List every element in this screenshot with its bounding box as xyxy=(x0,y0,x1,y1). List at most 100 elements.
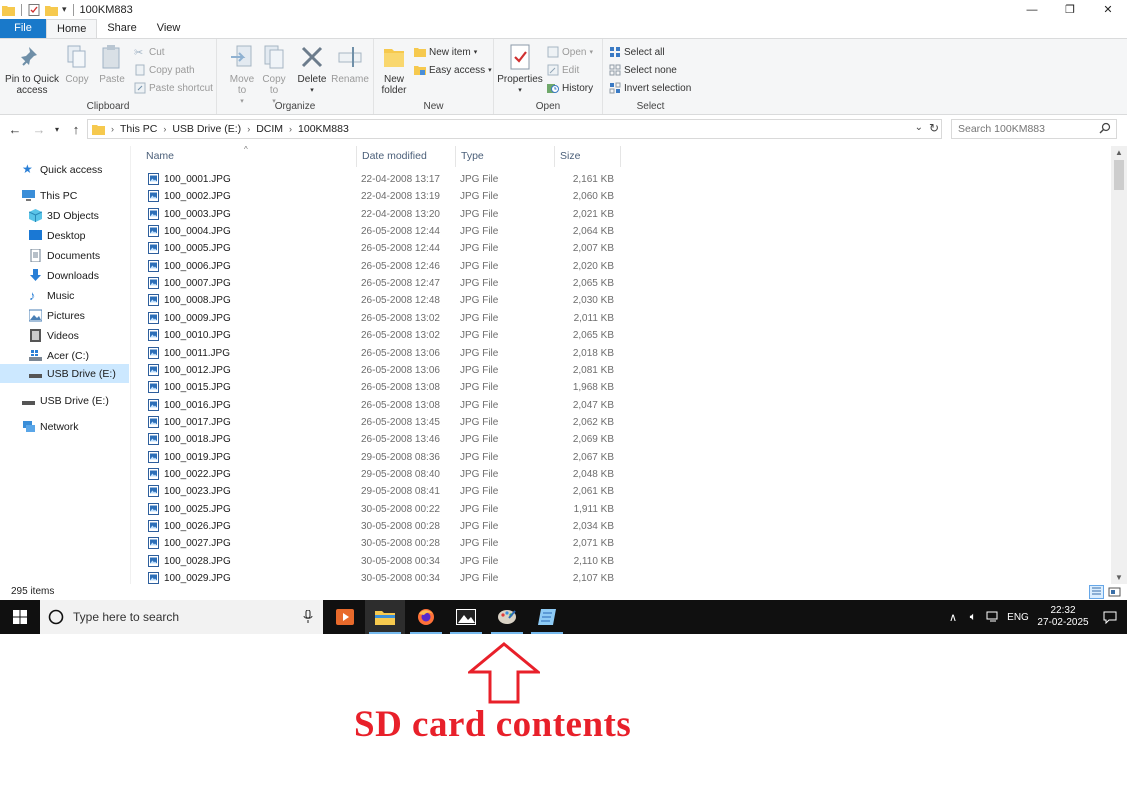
nav-videos[interactable]: Videos xyxy=(0,326,129,345)
nav-3d-objects[interactable]: 3D Objects xyxy=(0,206,129,225)
restore-button[interactable]: ❐ xyxy=(1051,0,1089,19)
breadcrumb-this-pc[interactable]: This PC xyxy=(120,123,157,135)
taskbar-paint-app[interactable] xyxy=(487,600,527,634)
breadcrumb-100km883[interactable]: 100KM883 xyxy=(298,123,349,135)
pin-quick-access-button[interactable]: Pin to Quick access xyxy=(4,43,60,96)
table-row[interactable]: 100_0012.JPG 26-05-2008 13:06 JPG File 2,08… xyxy=(131,362,621,379)
easy-access-button[interactable]: Easy access ▾ xyxy=(414,64,492,76)
new-folder-icon[interactable] xyxy=(45,4,58,16)
table-row[interactable]: 100_0028.JPG 30-05-2008 00:34 JPG File 2,11… xyxy=(131,553,621,570)
microphone-icon[interactable] xyxy=(303,610,313,624)
nav-quick-access[interactable]: ★ Quick access xyxy=(0,160,129,179)
table-row[interactable]: 100_0001.JPG 22-04-2008 13:17 JPG File 2,16… xyxy=(131,171,621,188)
details-view-button[interactable] xyxy=(1089,585,1104,599)
delete-button[interactable]: Delete ▾ xyxy=(297,43,327,96)
network-status-icon[interactable] xyxy=(983,611,1003,623)
edit-button[interactable]: Edit xyxy=(547,64,579,76)
start-button[interactable] xyxy=(0,600,40,634)
vertical-scrollbar[interactable]: ▲ ▼ xyxy=(1111,146,1127,584)
paste-button[interactable]: Paste xyxy=(96,43,128,85)
properties-button[interactable]: Properties ▾ xyxy=(497,43,543,96)
nav-pictures[interactable]: Pictures xyxy=(0,306,129,325)
copy-to-button[interactable]: Copy to ▾ xyxy=(259,43,289,107)
new-folder-button[interactable]: New folder xyxy=(376,43,412,96)
clock[interactable]: 22:32 27-02-2025 xyxy=(1033,605,1093,629)
nav-documents[interactable]: Documents xyxy=(0,246,129,265)
column-header-date[interactable]: Date modified xyxy=(357,146,456,167)
breadcrumb-usb-drive[interactable]: USB Drive (E:) xyxy=(172,123,241,135)
tab-view[interactable]: View xyxy=(147,19,191,38)
refresh-icon[interactable]: ↻ xyxy=(929,121,939,135)
up-arrow-icon[interactable]: ↑ xyxy=(67,122,85,137)
copy-button[interactable]: Copy xyxy=(62,43,92,85)
table-row[interactable]: 100_0015.JPG 26-05-2008 13:08 JPG File 1,96… xyxy=(131,379,621,396)
taskbar-file-explorer-app[interactable] xyxy=(365,600,405,634)
table-row[interactable]: 100_0010.JPG 26-05-2008 13:02 JPG File 2,06… xyxy=(131,327,621,344)
taskbar-media-player-app[interactable] xyxy=(325,600,365,634)
nav-this-pc[interactable]: This PC xyxy=(0,186,129,205)
table-row[interactable]: 100_0004.JPG 26-05-2008 12:44 JPG File 2,06… xyxy=(131,223,621,240)
table-row[interactable]: 100_0011.JPG 26-05-2008 13:06 JPG File 2,01… xyxy=(131,345,621,362)
table-row[interactable]: 100_0007.JPG 26-05-2008 12:47 JPG File 2,06… xyxy=(131,275,621,292)
select-all-button[interactable]: Select all xyxy=(609,46,665,58)
back-arrow-icon[interactable]: ← xyxy=(6,122,24,137)
table-row[interactable]: 100_0006.JPG 26-05-2008 12:46 JPG File 2,02… xyxy=(131,258,621,275)
breadcrumb-dcim[interactable]: DCIM xyxy=(256,123,283,135)
rename-button[interactable]: Rename xyxy=(331,43,369,85)
table-row[interactable]: 100_0003.JPG 22-04-2008 13:20 JPG File 2,02… xyxy=(131,206,621,223)
search-input[interactable] xyxy=(951,119,1117,139)
taskbar-notepad-app[interactable] xyxy=(527,600,567,634)
close-button[interactable]: ✕ xyxy=(1089,0,1127,19)
table-row[interactable]: 100_0008.JPG 26-05-2008 12:48 JPG File 2,03… xyxy=(131,292,621,309)
column-header-size[interactable]: Size xyxy=(555,146,621,167)
table-row[interactable]: 100_0025.JPG 30-05-2008 00:22 JPG File 1,91… xyxy=(131,501,621,518)
tray-overflow-chevron-icon[interactable]: ∧ xyxy=(943,611,963,624)
copy-path-button[interactable]: Copy path xyxy=(134,64,195,76)
table-row[interactable]: 100_0019.JPG 29-05-2008 08:36 JPG File 2,06… xyxy=(131,449,621,466)
table-row[interactable]: 100_0029.JPG 30-05-2008 00:34 JPG File 2,10… xyxy=(131,570,621,584)
column-header-name[interactable]: ^ Name xyxy=(131,145,357,167)
table-row[interactable]: 100_0009.JPG 26-05-2008 13:02 JPG File 2,01… xyxy=(131,310,621,327)
nav-usb-drive[interactable]: USB Drive (E:) xyxy=(0,391,129,410)
customize-toolbar-icon[interactable]: ▾ xyxy=(62,4,67,15)
column-header-type[interactable]: Type xyxy=(456,146,555,167)
volume-icon[interactable]: 🔈︎ xyxy=(963,611,983,624)
large-icons-view-button[interactable] xyxy=(1107,585,1122,599)
taskbar-search-box[interactable]: Type here to search xyxy=(40,600,323,634)
tab-home[interactable]: Home xyxy=(46,19,98,38)
table-row[interactable]: 100_0023.JPG 29-05-2008 08:41 JPG File 2,06… xyxy=(131,483,621,500)
tab-file[interactable]: File xyxy=(0,19,46,38)
tab-share[interactable]: Share xyxy=(97,19,146,38)
table-row[interactable]: 100_0005.JPG 26-05-2008 12:44 JPG File 2,00… xyxy=(131,240,621,257)
table-row[interactable]: 100_0002.JPG 22-04-2008 13:19 JPG File 2,06… xyxy=(131,188,621,205)
search-icon[interactable] xyxy=(1099,122,1111,134)
select-none-button[interactable]: Select none xyxy=(609,64,677,76)
table-row[interactable]: 100_0026.JPG 30-05-2008 00:28 JPG File 2,03… xyxy=(131,518,621,535)
minimize-button[interactable]: — xyxy=(1013,0,1051,19)
table-row[interactable]: 100_0016.JPG 26-05-2008 13:08 JPG File 2,04… xyxy=(131,397,621,414)
nav-acer-c[interactable]: Acer (C:) xyxy=(0,346,129,365)
address-bar[interactable]: › This PC › USB Drive (E:) › DCIM › 100K… xyxy=(87,119,942,139)
history-button[interactable]: History xyxy=(547,82,593,94)
taskbar-photos-app[interactable] xyxy=(446,600,486,634)
nav-network[interactable]: Network xyxy=(0,417,129,436)
table-row[interactable]: 100_0017.JPG 26-05-2008 13:45 JPG File 2,06… xyxy=(131,414,621,431)
open-button[interactable]: Open ▾ xyxy=(547,46,593,58)
paste-shortcut-button[interactable]: Paste shortcut xyxy=(134,82,213,94)
nav-usb-drive-selected[interactable]: USB Drive (E:) xyxy=(0,364,129,383)
language-indicator[interactable]: ENG xyxy=(1003,612,1033,623)
table-row[interactable]: 100_0022.JPG 29-05-2008 08:40 JPG File 2,04… xyxy=(131,466,621,483)
table-row[interactable]: 100_0018.JPG 26-05-2008 13:46 JPG File 2,06… xyxy=(131,431,621,448)
new-item-button[interactable]: New item ▾ xyxy=(414,46,477,58)
properties-check-icon[interactable] xyxy=(28,3,41,16)
recent-locations-chevron-icon[interactable]: ▾ xyxy=(48,125,66,134)
notification-center-icon[interactable] xyxy=(1093,611,1127,624)
nav-downloads[interactable]: Downloads xyxy=(0,266,129,285)
cut-button[interactable]: ✂ Cut xyxy=(134,46,165,60)
address-dropdown-chevron-icon[interactable]: ⌄ xyxy=(915,122,923,133)
taskbar-firefox-app[interactable] xyxy=(406,600,446,634)
forward-arrow-icon[interactable]: → xyxy=(30,122,48,137)
nav-music[interactable]: ♪ Music xyxy=(0,286,129,305)
scroll-up-icon[interactable]: ▲ xyxy=(1115,148,1123,157)
scroll-down-icon[interactable]: ▼ xyxy=(1115,573,1123,582)
